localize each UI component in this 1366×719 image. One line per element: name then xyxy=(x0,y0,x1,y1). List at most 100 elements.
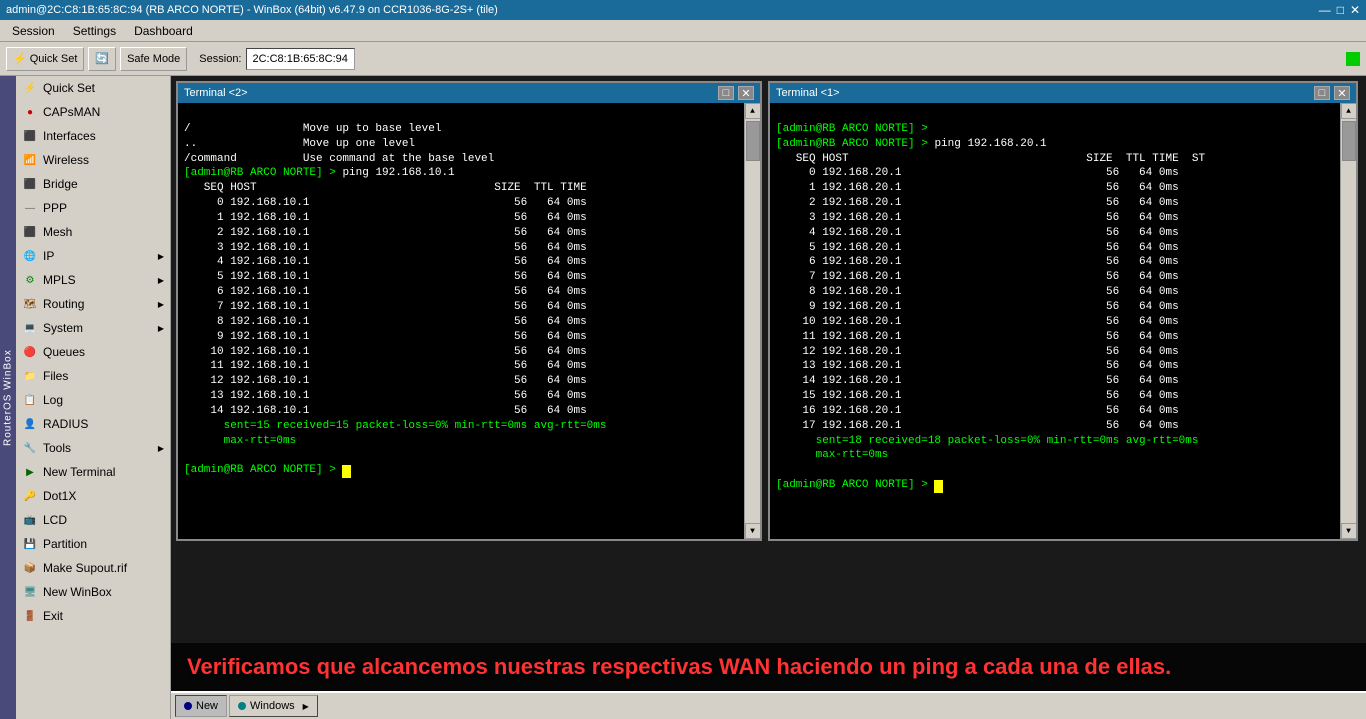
sidebar-label-quickset: Quick Set xyxy=(43,81,95,95)
maximize-button[interactable]: □ xyxy=(1337,3,1344,17)
sidebar-item-quickset[interactable]: ⚡ Quick Set xyxy=(16,76,170,100)
main-area: RouterOS WinBox ⚡ Quick Set ● CAPsMAN ⬛ … xyxy=(0,76,1366,719)
sidebar-item-exit[interactable]: 🚪 Exit xyxy=(16,604,170,628)
content-area: Terminal <2> □ ✕ / Move up to base level… xyxy=(171,76,1366,719)
terminal-1-titlebar: Terminal <1> □ ✕ xyxy=(770,83,1356,103)
menu-session[interactable]: Session xyxy=(4,22,63,40)
scroll-up-arrow-1[interactable]: ▲ xyxy=(1341,103,1357,119)
ip-icon: 🌐 xyxy=(22,248,38,264)
sidebar-item-interfaces[interactable]: ⬛ Interfaces xyxy=(16,124,170,148)
sidebar-label-files: Files xyxy=(43,369,68,383)
quick-set-icon: ⚡ xyxy=(13,52,27,65)
sidebar-label-system: System xyxy=(43,321,83,335)
sidebar-label-make-supout: Make Supout.rif xyxy=(43,561,127,575)
sidebar-item-lcd[interactable]: 📺 LCD xyxy=(16,508,170,532)
sidebar-label-new-winbox: New WinBox xyxy=(43,585,112,599)
sidebar-label-dot1x: Dot1X xyxy=(43,489,76,503)
interfaces-icon: ⬛ xyxy=(22,128,38,144)
scroll-thumb-1[interactable] xyxy=(1342,121,1356,161)
scroll-track xyxy=(746,121,760,521)
sidebar-item-wireless[interactable]: 📶 Wireless xyxy=(16,148,170,172)
log-icon: 📋 xyxy=(22,392,38,408)
partition-icon: 💾 xyxy=(22,536,38,552)
terminal-1[interactable]: Terminal <1> □ ✕ [admin@RB ARCO NORTE] >… xyxy=(768,81,1358,541)
terminal-2-controls[interactable]: □ ✕ xyxy=(718,86,754,100)
terminal-1-maximize[interactable]: □ xyxy=(1314,86,1330,100)
terminal-2-close[interactable]: ✕ xyxy=(738,86,754,100)
dot1x-icon: 🔑 xyxy=(22,488,38,504)
sidebar-label-radius: RADIUS xyxy=(43,417,88,431)
scroll-track-1 xyxy=(1342,121,1356,521)
sidebar-label-ppp: PPP xyxy=(43,201,67,215)
terminal-2-scrollbar[interactable]: ▲ ▼ xyxy=(744,103,760,539)
scroll-down-arrow[interactable]: ▼ xyxy=(745,523,761,539)
refresh-icon: 🔄 xyxy=(95,52,109,65)
taskbar-label-windows: Windows xyxy=(250,700,295,712)
taskbar-dot-windows xyxy=(238,702,246,710)
sidebar-item-new-terminal[interactable]: ▶ New Terminal xyxy=(16,460,170,484)
sidebar-label-mpls: MPLS xyxy=(43,273,76,287)
mesh-icon: ⬛ xyxy=(22,224,38,240)
sidebar-item-mesh[interactable]: ⬛ Mesh xyxy=(16,220,170,244)
terminal-1-body[interactable]: [admin@RB ARCO NORTE] > [admin@RB ARCO N… xyxy=(770,103,1340,539)
sidebar-item-make-supout[interactable]: 📦 Make Supout.rif xyxy=(16,556,170,580)
sidebar-label-capsman: CAPsMAN xyxy=(43,105,100,119)
scroll-up-arrow[interactable]: ▲ xyxy=(745,103,761,119)
scroll-thumb[interactable] xyxy=(746,121,760,161)
taskbar-item-new[interactable]: New xyxy=(175,695,227,717)
routeros-label: RouterOS WinBox xyxy=(0,76,16,719)
sidebar-label-mesh: Mesh xyxy=(43,225,72,239)
refresh-button[interactable]: 🔄 xyxy=(88,47,116,71)
terminal-2[interactable]: Terminal <2> □ ✕ / Move up to base level… xyxy=(176,81,762,541)
terminals-area: Terminal <2> □ ✕ / Move up to base level… xyxy=(171,76,1366,643)
sidebar-item-new-winbox[interactable]: 🖥 New WinBox xyxy=(16,580,170,604)
window-controls[interactable]: — □ ✕ xyxy=(1319,3,1360,17)
scroll-down-arrow-1[interactable]: ▼ xyxy=(1341,523,1357,539)
terminal-1-scrollbar[interactable]: ▲ ▼ xyxy=(1340,103,1356,539)
sidebar-item-mpls[interactable]: ⚙ MPLS xyxy=(16,268,170,292)
new-winbox-icon: 🖥 xyxy=(22,584,38,600)
taskbar-submenu-arrow: ▶ xyxy=(303,702,309,711)
close-button[interactable]: ✕ xyxy=(1350,3,1360,17)
safe-mode-button[interactable]: Safe Mode xyxy=(120,47,187,71)
mpls-icon: ⚙ xyxy=(22,272,38,288)
menu-dashboard[interactable]: Dashboard xyxy=(126,22,201,40)
exit-icon: 🚪 xyxy=(22,608,38,624)
sidebar-item-dot1x[interactable]: 🔑 Dot1X xyxy=(16,484,170,508)
session-label: Session: xyxy=(199,53,241,65)
sidebar: ⚡ Quick Set ● CAPsMAN ⬛ Interfaces 📶 Wir… xyxy=(16,76,171,719)
sidebar-item-routing[interactable]: 🗺 Routing xyxy=(16,292,170,316)
queues-icon: 🔴 xyxy=(22,344,38,360)
quick-set-button[interactable]: ⚡ Quick Set xyxy=(6,47,84,71)
sidebar-item-tools[interactable]: 🔧 Tools xyxy=(16,436,170,460)
taskbar-label-new: New xyxy=(196,700,218,712)
sidebar-item-system[interactable]: 💻 System xyxy=(16,316,170,340)
terminal-2-body[interactable]: / Move up to base level .. Move up one l… xyxy=(178,103,744,539)
terminal-1-controls[interactable]: □ ✕ xyxy=(1314,86,1350,100)
taskbar-item-windows[interactable]: Windows ▶ xyxy=(229,695,318,717)
taskbar-dot-new xyxy=(184,702,192,710)
menu-settings[interactable]: Settings xyxy=(65,22,124,40)
bridge-icon: ⬛ xyxy=(22,176,38,192)
session-value: 2C:C8:1B:65:8C:94 xyxy=(246,48,355,70)
sidebar-item-files[interactable]: 📁 Files xyxy=(16,364,170,388)
sidebar-label-partition: Partition xyxy=(43,537,87,551)
sidebar-label-log: Log xyxy=(43,393,63,407)
terminal-1-close[interactable]: ✕ xyxy=(1334,86,1350,100)
minimize-button[interactable]: — xyxy=(1319,3,1331,17)
sidebar-item-ip[interactable]: 🌐 IP xyxy=(16,244,170,268)
sidebar-item-ppp[interactable]: — PPP xyxy=(16,196,170,220)
routing-icon: 🗺 xyxy=(22,296,38,312)
sidebar-item-log[interactable]: 📋 Log xyxy=(16,388,170,412)
lcd-icon: 📺 xyxy=(22,512,38,528)
terminal-2-maximize[interactable]: □ xyxy=(718,86,734,100)
wireless-icon: 📶 xyxy=(22,152,38,168)
sidebar-item-radius[interactable]: 👤 RADIUS xyxy=(16,412,170,436)
terminal-1-title: Terminal <1> xyxy=(776,87,840,99)
titlebar: admin@2C:C8:1B:65:8C:94 (RB ARCO NORTE) … xyxy=(0,0,1366,20)
sidebar-item-bridge[interactable]: ⬛ Bridge xyxy=(16,172,170,196)
make-supout-icon: 📦 xyxy=(22,560,38,576)
sidebar-item-capsman[interactable]: ● CAPsMAN xyxy=(16,100,170,124)
sidebar-item-queues[interactable]: 🔴 Queues xyxy=(16,340,170,364)
sidebar-item-partition[interactable]: 💾 Partition xyxy=(16,532,170,556)
